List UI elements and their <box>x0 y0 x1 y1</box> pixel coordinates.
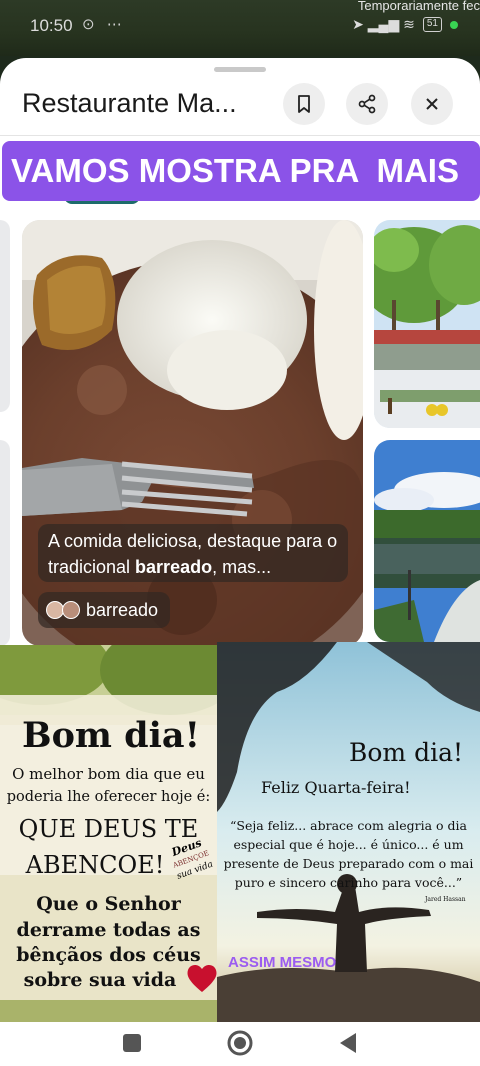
home-button[interactable] <box>225 1028 255 1058</box>
greeting-image-card[interactable]: Bom dia! O melhor bom dia que eu poderia… <box>0 645 217 1022</box>
keyword-chip[interactable]: barreado <box>38 592 171 628</box>
park-photo-card[interactable] <box>374 220 480 428</box>
navigation-bar <box>0 1022 480 1066</box>
greeting-line: sobre sua vida <box>23 969 177 991</box>
text-overlay-sticker: ASSIM MESMO <box>228 954 337 971</box>
quote-line: especial que é hoje... é único... é um <box>233 837 464 852</box>
quote-line: presente de Deus preparado com o mai <box>223 856 474 871</box>
share-button[interactable] <box>346 83 388 125</box>
privacy-dot-icon <box>450 20 458 29</box>
greeting-line: Que o Senhor <box>36 893 181 915</box>
drag-handle[interactable] <box>214 67 266 72</box>
home-circle-icon <box>227 1030 253 1056</box>
heart-icon <box>187 964 217 992</box>
bookmark-button[interactable] <box>283 83 325 125</box>
greeting-subtitle: Feliz Quarta-feira! <box>261 778 411 797</box>
share-icon <box>358 94 376 114</box>
status-right: ➤ ▂▄▆ ≋ 51 <box>352 16 458 33</box>
quote-author: Jared Hassan <box>425 896 466 903</box>
greeting-line: poderia lhe oferecer hoje é: <box>6 789 211 805</box>
back-button[interactable] <box>333 1028 363 1058</box>
caption-ellipsis: , mas... <box>212 557 272 577</box>
greeting-line: O melhor bom dia que eu <box>12 765 205 783</box>
recents-button[interactable] <box>117 1028 147 1058</box>
close-button[interactable] <box>411 83 453 125</box>
clock: 10:50 <box>30 16 73 35</box>
back-triangle-icon <box>340 1033 356 1053</box>
quote-line: puro e sincero carinho para você...” <box>234 875 463 890</box>
quote-line: “Seja feliz... abrace com alegria o dia <box>230 818 467 833</box>
text-overlay-banner: VAMOS MOSTRA PRA MAIS <box>2 141 480 201</box>
square-icon <box>123 1034 141 1052</box>
header-divider <box>0 135 480 136</box>
lake-photo-card[interactable] <box>374 440 480 642</box>
bottom-sheet: Restaurante Ma... VAMOS MOSTRA PRA MAIS <box>0 58 480 1066</box>
notification-icons: ⊙ ⋯ <box>82 16 126 33</box>
status-banner: Temporariamente fec <box>357 0 480 13</box>
sheet-header: Restaurante Ma... <box>0 78 480 134</box>
park-photo <box>374 220 480 428</box>
bookmark-icon <box>298 95 310 113</box>
greeting-line: QUE DEUS TE <box>18 815 199 843</box>
greeting-title: Bom dia! <box>22 715 200 756</box>
food-photo <box>22 220 363 646</box>
battery-icon: 51 <box>422 17 442 32</box>
chip-label: barreado <box>86 599 159 620</box>
lake-photo <box>374 440 480 642</box>
greeting-title: Bom dia! <box>349 738 464 767</box>
prev-card-stub[interactable] <box>0 220 10 412</box>
caption-keyword: barreado <box>135 557 213 577</box>
review-photo-card[interactable]: A comida deliciosa, destaque para o trad… <box>22 220 363 646</box>
greeting-line: ABENCOE! <box>25 851 165 879</box>
greeting-line: derrame todas as <box>16 919 201 941</box>
prev-card-stub-2[interactable] <box>0 440 10 646</box>
signal-icons: ➤ ▂▄▆ ≋ <box>352 16 415 32</box>
close-icon <box>426 98 438 110</box>
status-bar: 10:50 ⊙ ⋯ Temporariamente fec ➤ ▂▄▆ ≋ 51 <box>0 0 480 56</box>
photo-caption: A comida deliciosa, destaque para o trad… <box>38 524 348 582</box>
avatar <box>62 601 80 619</box>
page-title: Restaurante Ma... <box>22 88 237 118</box>
